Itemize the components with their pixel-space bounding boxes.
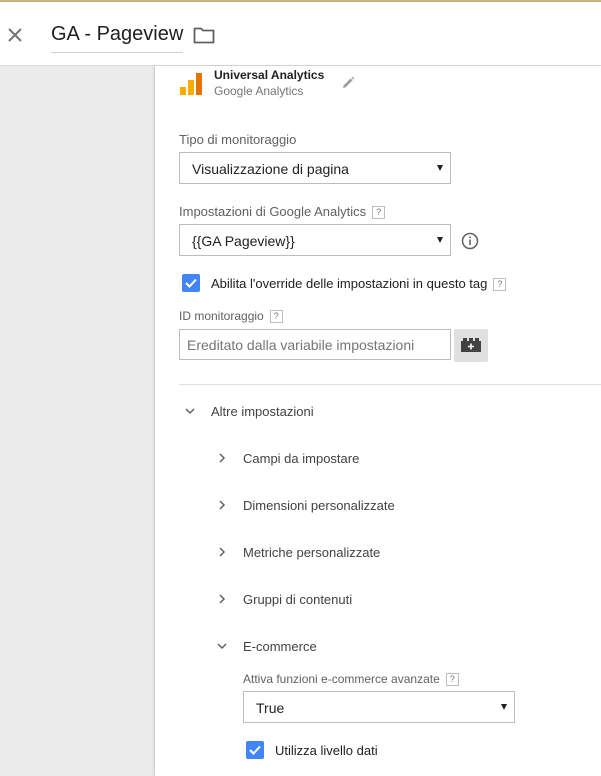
checkmark-icon: [249, 745, 261, 755]
ga-settings-label-text: Impostazioni di Google Analytics: [179, 204, 367, 219]
override-settings-label-text: Abilita l'override delle impostazioni in…: [211, 276, 488, 291]
dropdown-caret-icon: [437, 165, 443, 171]
tag-type-name: Universal Analytics: [214, 68, 325, 82]
variable-picker-button[interactable]: [454, 329, 488, 362]
more-settings-toggle[interactable]: Altre impostazioni: [211, 404, 314, 419]
enhanced-ecommerce-label: Attiva funzioni e-commerce avanzate?: [243, 672, 459, 686]
chevron-right-icon[interactable]: [217, 594, 227, 604]
section-custom-dimensions[interactable]: Dimensioni personalizzate: [243, 498, 395, 513]
close-icon[interactable]: [5, 25, 25, 45]
section-fields-to-set[interactable]: Campi da impostare: [243, 451, 359, 466]
chevron-down-icon[interactable]: [185, 406, 195, 416]
enhanced-ecommerce-value: True: [256, 700, 285, 716]
help-icon[interactable]: ?: [445, 673, 459, 686]
tracking-id-label: ID monitoraggio?: [179, 309, 283, 323]
section-divider: [179, 384, 601, 385]
help-icon[interactable]: ?: [269, 310, 283, 323]
edit-pencil-icon[interactable]: [341, 76, 355, 90]
enhanced-ecommerce-label-text: Attiva funzioni e-commerce avanzate: [243, 672, 440, 686]
info-icon[interactable]: [461, 232, 479, 250]
tracking-id-label-text: ID monitoraggio: [179, 309, 264, 323]
override-settings-label: Abilita l'override delle impostazioni in…: [211, 276, 507, 291]
section-ecommerce[interactable]: E-commerce: [243, 639, 317, 654]
dropdown-caret-icon: [501, 704, 507, 710]
checkmark-icon: [185, 278, 197, 288]
help-icon[interactable]: ?: [372, 206, 386, 219]
variable-brick-icon: [461, 338, 481, 352]
help-icon[interactable]: ?: [493, 278, 507, 291]
chevron-right-icon[interactable]: [217, 453, 227, 463]
tag-name-title[interactable]: GA - Pageview: [51, 23, 184, 53]
top-bar: GA - Pageview: [0, 0, 601, 66]
dropdown-caret-icon: [437, 237, 443, 243]
ga-settings-label: Impostazioni di Google Analytics?: [179, 204, 386, 219]
enhanced-ecommerce-select[interactable]: True: [243, 691, 515, 723]
section-custom-metrics[interactable]: Metriche personalizzate: [243, 545, 380, 560]
google-analytics-logo-icon: [180, 73, 202, 95]
ga-settings-value: {{GA Pageview}}: [192, 233, 295, 249]
use-datalayer-label: Utilizza livello dati: [275, 743, 378, 758]
chevron-right-icon[interactable]: [217, 547, 227, 557]
folder-icon[interactable]: [193, 26, 215, 44]
tracking-type-label: Tipo di monitoraggio: [179, 132, 297, 147]
tracking-id-input[interactable]: [179, 329, 451, 360]
ga-settings-select[interactable]: {{GA Pageview}}: [179, 224, 451, 256]
chevron-down-icon[interactable]: [217, 641, 227, 651]
tag-type-subtitle: Google Analytics: [214, 84, 304, 98]
use-datalayer-checkbox[interactable]: [246, 741, 264, 759]
override-settings-checkbox[interactable]: [182, 274, 200, 292]
section-content-groups[interactable]: Gruppi di contenuti: [243, 592, 352, 607]
tracking-type-value: Visualizzazione di pagina: [192, 161, 349, 177]
tag-config-panel: Universal Analytics Google Analytics Tip…: [155, 66, 601, 776]
tracking-type-select[interactable]: Visualizzazione di pagina: [179, 152, 451, 184]
chevron-right-icon[interactable]: [217, 500, 227, 510]
